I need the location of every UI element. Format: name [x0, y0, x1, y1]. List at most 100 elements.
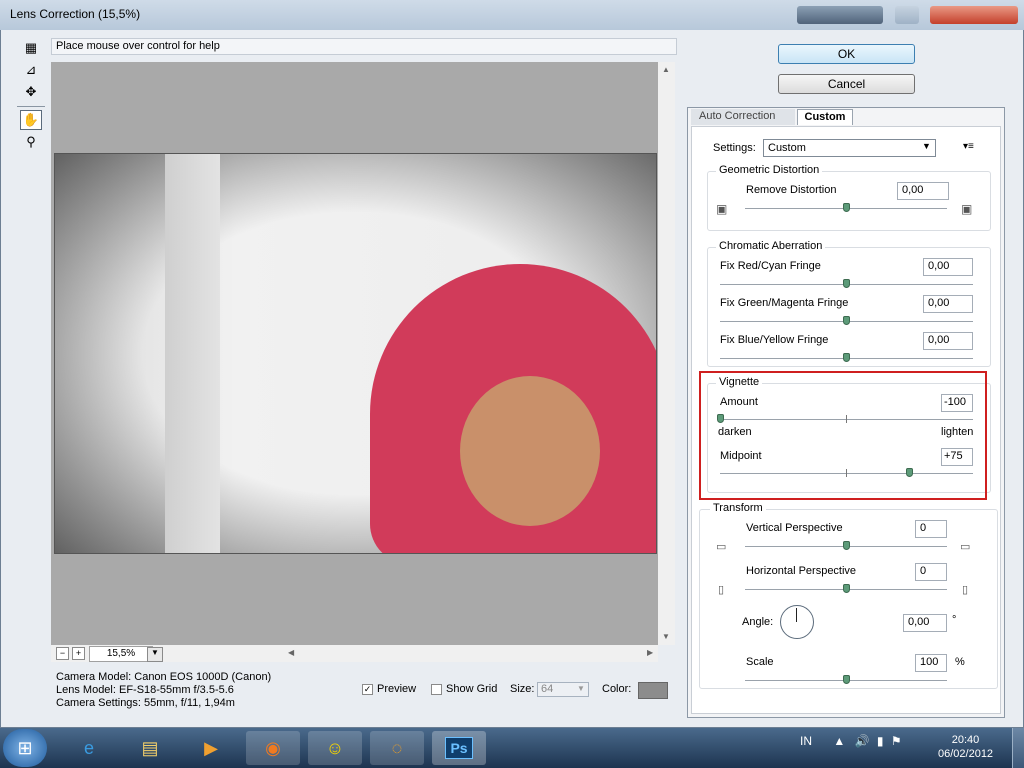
vertical-scrollbar[interactable]: ▲ ▼	[658, 62, 675, 645]
media-player-icon[interactable]: ▶	[184, 731, 238, 765]
color-label: Color:	[602, 683, 632, 695]
preview-image	[54, 153, 657, 554]
zoom-out-button[interactable]: −	[56, 647, 69, 660]
preview-checkbox[interactable]: ✓	[362, 684, 373, 695]
settings-menu-icon[interactable]: ▾≡	[963, 141, 974, 152]
language-indicator[interactable]: IN	[800, 734, 812, 748]
geometric-distortion-title: Geometric Distortion	[716, 164, 823, 176]
scale-unit: %	[955, 656, 965, 668]
volume-icon[interactable]: 🔊	[855, 734, 870, 748]
photoshop-icon: Ps	[445, 737, 473, 759]
zoom-dropdown-icon[interactable]: ▼	[147, 647, 163, 662]
blue-yellow-field[interactable]: 0,00	[923, 332, 973, 350]
scroll-down-icon[interactable]: ▼	[662, 632, 670, 641]
clock-time: 20:40	[951, 734, 980, 746]
system-tray: IN ▲ 🔊 ▮ ⚑	[800, 734, 902, 748]
remove-distortion-tool-icon[interactable]: ▦	[20, 38, 42, 58]
network-icon[interactable]: ▮	[877, 734, 884, 748]
action-center-flag-icon[interactable]: ⚑	[891, 734, 902, 748]
transform-title: Transform	[710, 502, 766, 514]
barrel-icon: ▣	[961, 202, 973, 216]
remove-distortion-label: Remove Distortion	[746, 184, 837, 196]
straighten-tool-icon[interactable]: ⊿	[20, 60, 42, 80]
camera-info: Camera Model: Canon EOS 1000D (Canon) Le…	[56, 671, 271, 710]
green-magenta-label: Fix Green/Magenta Fringe	[720, 297, 849, 309]
pincushion-icon: ▣	[716, 202, 728, 216]
camera-settings: Camera Settings: 55mm, f/11, 1,94m	[56, 697, 235, 709]
green-magenta-field[interactable]: 0,00	[923, 295, 973, 313]
horizontal-perspective-field[interactable]: 0	[915, 563, 947, 581]
zoom-bar: − + 15,5% ▼ ◀ ▶	[51, 645, 658, 662]
red-cyan-field[interactable]: 0,00	[923, 258, 973, 276]
tab-custom[interactable]: Custom	[797, 109, 853, 125]
angle-label: Angle:	[742, 616, 774, 628]
close-button[interactable]	[930, 6, 1018, 24]
start-button[interactable]: ⊞	[3, 729, 47, 767]
scale-field[interactable]: 100	[915, 654, 947, 672]
horizontal-scrollbar[interactable]: ◀ ▶	[285, 645, 658, 662]
scroll-left-icon[interactable]: ◀	[288, 648, 294, 657]
size-label: Size:	[510, 683, 535, 695]
zoom-in-button[interactable]: +	[72, 647, 85, 660]
zoom-level-field[interactable]: 15,5%	[89, 646, 153, 662]
grid-color-swatch[interactable]	[638, 682, 668, 699]
windows-explorer-icon[interactable]: ▤	[123, 731, 177, 765]
yahoo-messenger-icon[interactable]: ☺	[308, 731, 362, 765]
app-icon[interactable]: ◌	[370, 731, 424, 765]
horizontal-perspective-thumb[interactable]	[843, 584, 850, 593]
blue-yellow-thumb[interactable]	[843, 353, 850, 362]
help-text: Place mouse over control for help	[51, 38, 677, 55]
settings-label: Settings:	[713, 142, 756, 154]
move-grid-tool-icon[interactable]: ✥	[20, 82, 42, 102]
vertical-perspective-label: Vertical Perspective	[746, 522, 843, 534]
ok-button[interactable]: OK	[778, 44, 915, 64]
angle-needle	[796, 608, 797, 622]
show-grid-checkbox[interactable]	[431, 684, 442, 695]
hand-tool-icon[interactable]: ✋	[20, 110, 42, 130]
camera-model: Camera Model: Canon EOS 1000D (Canon)	[56, 671, 272, 683]
horizontal-perspective-left-icon: ▯	[718, 584, 725, 596]
angle-dial[interactable]	[780, 605, 814, 639]
scale-label: Scale	[746, 656, 774, 668]
preview-label: Preview	[377, 683, 417, 695]
settings-dropdown[interactable]: Custom	[763, 139, 936, 157]
clock[interactable]: 20:40 06/02/2012	[938, 733, 993, 761]
image-face	[460, 376, 600, 526]
maximize-button[interactable]	[895, 6, 919, 24]
zoom-tool-icon[interactable]: ⚲	[20, 132, 42, 152]
image-wall	[165, 154, 220, 553]
remove-distortion-field[interactable]: 0,00	[897, 182, 949, 200]
show-desktop-button[interactable]	[1012, 728, 1024, 768]
minimize-button[interactable]	[797, 6, 883, 24]
angle-unit: °	[952, 614, 957, 626]
tool-divider	[17, 106, 45, 107]
vertical-perspective-right-icon: ▭	[960, 541, 971, 553]
vertical-perspective-thumb[interactable]	[843, 541, 850, 550]
vignette-highlight-box	[699, 371, 987, 500]
tool-strip: ▦ ⊿ ✥ ✋ ⚲	[15, 38, 45, 158]
size-dropdown-icon[interactable]: ▼	[577, 684, 585, 693]
dropdown-arrow-icon[interactable]: ▼	[922, 141, 931, 151]
blue-yellow-label: Fix Blue/Yellow Fringe	[720, 334, 829, 346]
firefox-icon[interactable]: ◉	[246, 731, 300, 765]
angle-field[interactable]: 0,00	[903, 614, 947, 632]
horizontal-perspective-right-icon: ▯	[962, 584, 969, 596]
red-cyan-thumb[interactable]	[843, 279, 850, 288]
show-grid-label: Show Grid	[446, 683, 498, 695]
scroll-right-icon[interactable]: ▶	[647, 648, 653, 657]
red-cyan-label: Fix Red/Cyan Fringe	[720, 260, 821, 272]
internet-explorer-icon[interactable]: e	[62, 731, 116, 765]
horizontal-perspective-label: Horizontal Perspective	[746, 565, 857, 577]
clock-date: 06/02/2012	[938, 748, 994, 760]
geometric-distortion-group	[707, 171, 991, 231]
photoshop-taskbar-button[interactable]: Ps	[432, 731, 486, 765]
vertical-perspective-field[interactable]: 0	[915, 520, 947, 538]
scroll-up-icon[interactable]: ▲	[662, 65, 670, 74]
show-hidden-icons-icon[interactable]: ▲	[833, 734, 845, 748]
scale-thumb[interactable]	[843, 675, 850, 684]
transform-group	[699, 509, 998, 689]
remove-distortion-thumb[interactable]	[843, 203, 850, 212]
cancel-button[interactable]: Cancel	[778, 74, 915, 94]
tab-auto-correction[interactable]: Auto Correction	[691, 109, 795, 125]
green-magenta-thumb[interactable]	[843, 316, 850, 325]
